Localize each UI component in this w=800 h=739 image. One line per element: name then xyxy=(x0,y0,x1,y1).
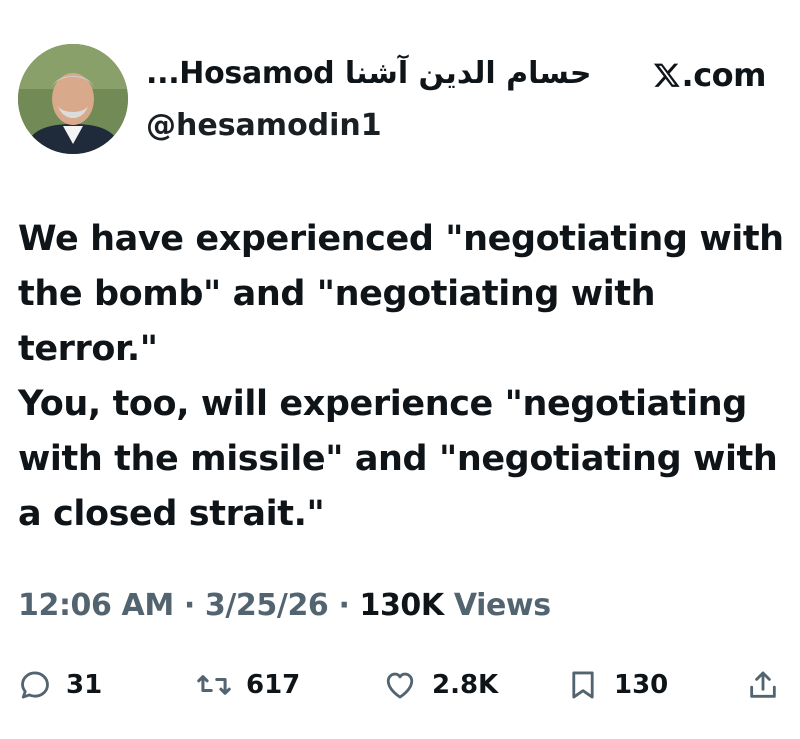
profile-photo xyxy=(18,44,128,154)
like-count: 2.8K xyxy=(432,670,499,700)
tweet-date[interactable]: 3/25/26 xyxy=(205,588,329,623)
site-brand: .com xyxy=(653,56,767,94)
meta-separator: · xyxy=(183,588,195,623)
repost-icon xyxy=(197,675,231,695)
avatar[interactable] xyxy=(18,44,128,154)
bookmark-icon xyxy=(572,671,594,699)
share-button[interactable] xyxy=(746,660,794,710)
tweet-paragraph: We have experienced "negotiating with th… xyxy=(18,219,784,369)
repost-count: 617 xyxy=(246,670,301,700)
author-handle[interactable]: @hesamodin1 xyxy=(146,108,382,143)
reply-count: 31 xyxy=(66,670,103,700)
author-display-name[interactable]: حسام الدين آشنا Hosamod... xyxy=(146,56,592,91)
reply-icon xyxy=(21,671,49,699)
bookmark-count: 130 xyxy=(614,670,669,700)
share-icon xyxy=(750,671,776,698)
heart-icon xyxy=(386,672,414,699)
bookmark-button[interactable]: 130 xyxy=(566,660,668,710)
author-header: حسام الدين آشنا Hosamod... .com xyxy=(146,50,776,110)
reply-button[interactable]: 31 xyxy=(18,660,102,710)
like-button[interactable]: 2.8K xyxy=(382,660,498,710)
views-label: Views xyxy=(453,588,551,623)
tweet-text: We have experienced "negotiating with th… xyxy=(18,212,788,542)
meta-separator: · xyxy=(338,588,350,623)
site-brand-text: .com xyxy=(681,56,767,94)
tweet-actions: 31 617 2.8K 130 xyxy=(18,660,786,710)
x-logo-icon xyxy=(653,63,680,87)
repost-button[interactable]: 617 xyxy=(196,660,300,710)
tweet-paragraph: You, too, will experience "negotiating w… xyxy=(18,384,778,534)
views-count: 130K xyxy=(359,588,444,623)
tweet-time[interactable]: 12:06 AM xyxy=(18,588,174,623)
tweet-meta: 12:06 AM · 3/25/26 · 130K Views xyxy=(18,588,551,623)
